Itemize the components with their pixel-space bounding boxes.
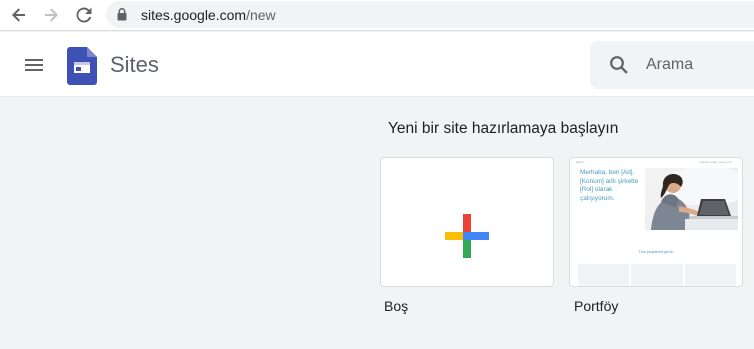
app-title: Sites <box>110 52 159 77</box>
address-bar[interactable]: sites.google.com/new <box>106 1 754 28</box>
reload-button[interactable] <box>73 4 95 26</box>
preview-project-tiles <box>578 264 736 286</box>
preview-tile <box>631 264 683 286</box>
preview-brand: Sitem <box>576 160 584 164</box>
forward-button[interactable] <box>40 4 62 26</box>
template-card-blank[interactable] <box>380 157 554 287</box>
browser-toolbar: sites.google.com/new <box>0 0 754 31</box>
url-text: sites.google.com/new <box>141 7 276 23</box>
preview-header: Sitem Hakkımda İletişim <box>570 158 742 166</box>
url-path: /new <box>246 7 276 23</box>
preview-tile <box>684 264 736 286</box>
search-icon[interactable] <box>609 55 629 75</box>
hamburger-menu-icon <box>25 59 43 71</box>
plus-icon <box>445 214 489 258</box>
arrow-left-icon <box>12 8 25 22</box>
app-header: Sites <box>0 32 754 97</box>
start-new-site-section: Yeni bir site hazırlamaya başlayın Boş S… <box>0 98 754 349</box>
template-label-blank: Boş <box>384 298 409 314</box>
reload-icon <box>76 7 92 23</box>
preview-tile <box>578 264 630 286</box>
lock-icon <box>117 8 127 21</box>
preview-nav: Hakkımda İletişim <box>699 160 732 164</box>
preview-photo <box>645 168 738 230</box>
sites-logo-icon <box>67 47 97 85</box>
main-menu-button[interactable] <box>22 53 46 77</box>
back-button[interactable] <box>8 4 30 26</box>
template-card-portfolio[interactable]: Sitem Hakkımda İletişim Merhaba, ben [Ad… <box>569 157 743 287</box>
search-box[interactable] <box>590 41 754 89</box>
url-domain: sites.google.com <box>141 7 247 23</box>
preview-intro-text: Merhaba, ben [Ad]. [Konum] adlı şirkette… <box>580 169 639 202</box>
template-label-portfolio: Portföy <box>574 298 619 314</box>
preview-projects-link: Tüm projelerimi görün <box>638 250 674 254</box>
person-at-laptop-image <box>651 168 738 230</box>
arrow-right-icon <box>45 8 58 22</box>
section-heading: Yeni bir site hazırlamaya başlayın <box>388 120 619 137</box>
search-input[interactable] <box>646 54 746 76</box>
